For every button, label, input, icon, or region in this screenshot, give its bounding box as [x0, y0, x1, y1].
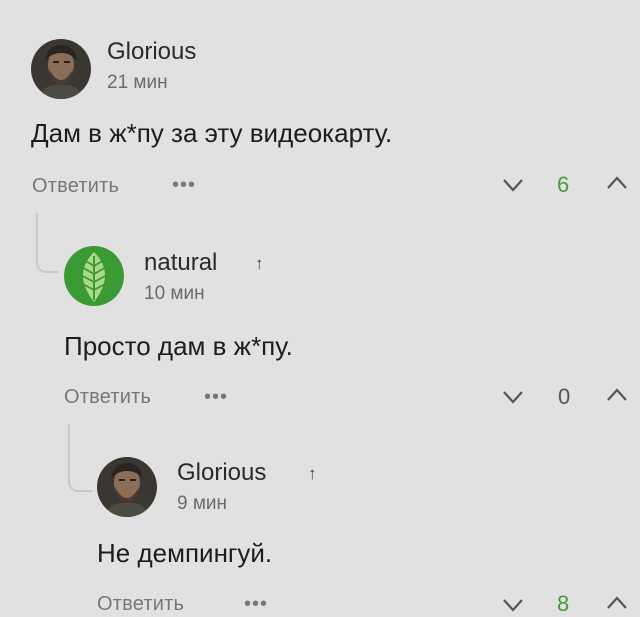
downvote-icon[interactable] — [502, 178, 524, 192]
comment-text: Просто дам в ж*пу. — [64, 331, 293, 361]
leaf-avatar-icon — [64, 246, 124, 306]
reply-button[interactable]: Ответить — [32, 175, 119, 198]
person-avatar-icon — [31, 39, 91, 99]
downvote-icon[interactable] — [502, 390, 524, 404]
more-options-icon[interactable]: ••• — [204, 386, 228, 409]
thread-line — [68, 424, 92, 492]
timestamp: 10 мин — [144, 283, 205, 304]
comment-text: Дам в ж*пу за эту видеокарту. — [31, 118, 393, 148]
downvote-icon[interactable] — [502, 598, 524, 612]
upvote-icon[interactable] — [606, 596, 628, 610]
upvote-icon[interactable] — [606, 388, 628, 402]
comment-text: Не демпингуй. — [97, 538, 273, 568]
more-options-icon[interactable]: ••• — [172, 174, 196, 197]
avatar[interactable] — [64, 246, 124, 306]
timestamp: 21 мин — [107, 72, 168, 93]
avatar[interactable] — [97, 457, 157, 517]
reply-button[interactable]: Ответить — [64, 386, 151, 409]
score: 8 — [557, 591, 570, 616]
username[interactable]: Glorious — [107, 38, 196, 66]
reply-to-arrow-icon: ↑ — [308, 464, 317, 483]
reply-to-arrow-icon: ↑ — [255, 254, 264, 273]
score: 6 — [557, 172, 570, 197]
username[interactable]: Glorious — [177, 459, 266, 487]
score: 0 — [558, 384, 571, 409]
upvote-icon[interactable] — [606, 176, 628, 190]
person-avatar-icon — [97, 457, 157, 517]
avatar[interactable] — [31, 39, 91, 99]
timestamp: 9 мин — [177, 493, 228, 514]
thread-line — [36, 213, 58, 273]
username[interactable]: natural — [144, 249, 217, 277]
